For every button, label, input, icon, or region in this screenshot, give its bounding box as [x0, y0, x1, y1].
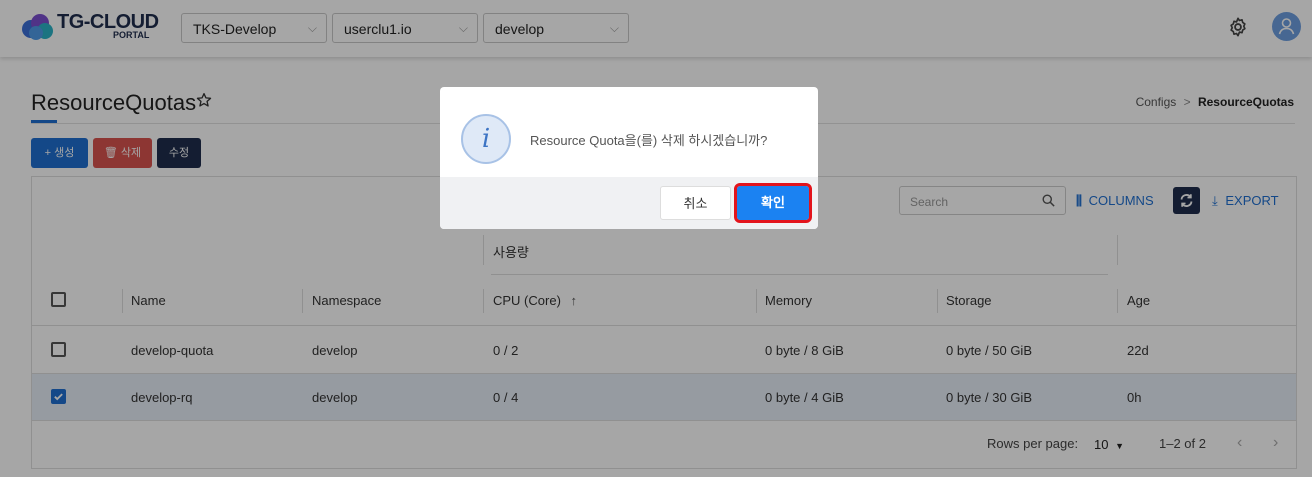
page: TG-CLOUD PORTAL TKS-Develop ⌵ userclu1.i… [0, 0, 1312, 477]
cancel-button[interactable]: 취소 [660, 186, 731, 220]
modal-backdrop[interactable] [0, 0, 1312, 477]
confirm-dialog: i Resource Quota을(를) 삭제 하시겠습니까? 취소 확인 [440, 87, 818, 229]
info-icon: i [461, 114, 511, 164]
dialog-message: Resource Quota을(를) 삭제 하시겠습니까? [530, 133, 768, 148]
confirm-button[interactable]: 확인 [734, 183, 812, 223]
